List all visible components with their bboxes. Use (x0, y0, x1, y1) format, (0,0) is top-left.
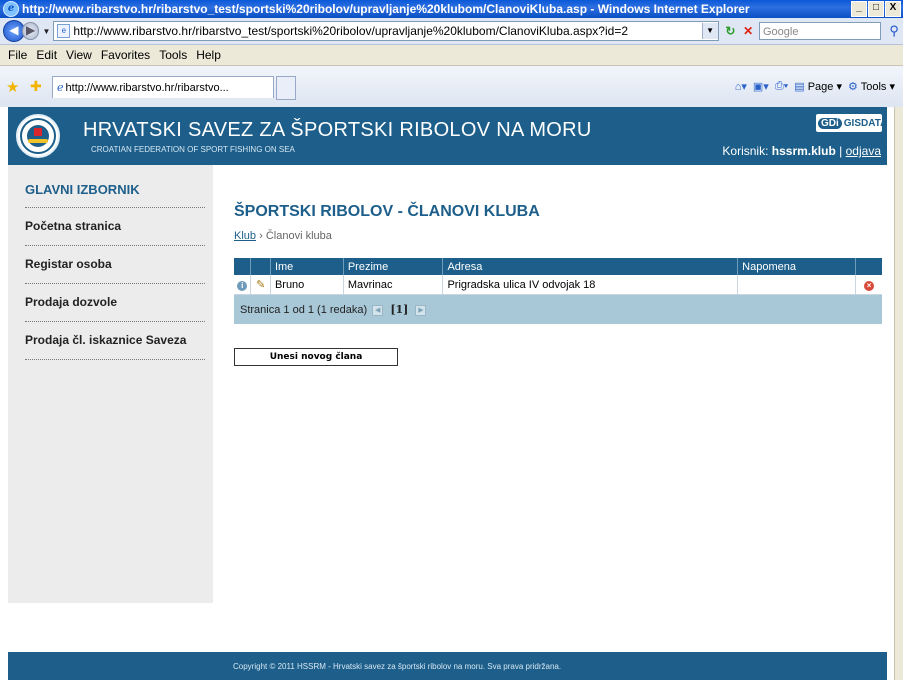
tools-menu-label: Tools (860, 81, 887, 93)
breadcrumb-current: Članovi kluba (265, 230, 332, 242)
pager-text: Stranica 1 od 1 (1 redaka) (240, 304, 368, 316)
menu-edit[interactable]: Edit (36, 48, 57, 62)
sidebar-item-prodaja-dozvole[interactable]: Prodaja dozvole (25, 283, 205, 321)
header-prezime[interactable]: Prezime (343, 258, 444, 275)
username: hssrm.klub (771, 144, 836, 158)
address-url[interactable]: http://www.ribarstvo.hr/ribarstvo_test/s… (73, 24, 701, 38)
pencil-icon[interactable]: ✎ (256, 279, 265, 291)
refresh-icon[interactable]: ↻ (722, 22, 740, 40)
header-edit-col (250, 258, 271, 275)
breadcrumb: Klub › Članovi kluba (234, 230, 332, 242)
sidebar: GLAVNI IZBORNIK Početna stranica Regista… (8, 165, 213, 603)
address-dropdown-icon[interactable]: ▼ (701, 23, 718, 39)
sidebar-title: GLAVNI IZBORNIK (25, 182, 140, 197)
table-header-row: Ime Prezime Adresa Napomena (234, 258, 882, 275)
menu-view[interactable]: View (66, 48, 92, 62)
sidebar-divider (25, 359, 205, 360)
ie-logo-icon: e (3, 1, 19, 17)
pager-current-page[interactable]: [1] (390, 303, 408, 316)
logout-link[interactable]: odjava (846, 144, 881, 158)
command-bar: ⌂▾ ▣▾ ⎙▾ ▤ Page ▾ ⚙ Tools ▾ (735, 80, 895, 93)
browser-tab[interactable]: e http://www.ribarstvo.hr/ribarstvo... (52, 76, 274, 98)
page-menu[interactable]: ▤ Page ▾ (794, 80, 842, 93)
header-info-col (234, 258, 252, 275)
cell-napomena (737, 275, 857, 295)
sidebar-item-pocetna[interactable]: Početna stranica (25, 207, 205, 245)
vertical-scrollbar[interactable] (894, 107, 903, 680)
user-separator: | (839, 144, 843, 158)
pager-next-icon[interactable]: ▶ (415, 304, 427, 316)
sidebar-item-prodaja-iskaznice[interactable]: Prodaja čl. iskaznice Saveza (25, 321, 205, 359)
search-icon[interactable]: ⚲ (885, 22, 903, 40)
feeds-icon[interactable]: ▣▾ (753, 80, 769, 93)
gear-icon: ⚙ (848, 81, 858, 93)
pager-prev-icon[interactable]: ◀ (372, 304, 384, 316)
page-icon: e (57, 24, 71, 38)
pager-row: Stranica 1 od 1 (1 redaka) ◀ [1] ▶ (234, 294, 882, 324)
user-info: Korisnik: hssrm.klub | odjava (722, 144, 881, 158)
close-button[interactable]: X (885, 1, 901, 17)
cell-adresa: Prigradska ulica IV odvojak 18 (442, 275, 739, 295)
history-dropdown-icon[interactable]: ▼ (42, 27, 50, 36)
address-toolbar: ◀ ▶ ▼ e http://www.ribarstvo.hr/ribarstv… (0, 18, 903, 45)
address-field[interactable]: e http://www.ribarstvo.hr/ribarstvo_test… (53, 21, 719, 41)
menu-help[interactable]: Help (196, 48, 221, 62)
info-icon[interactable]: i (237, 280, 248, 291)
site-title: HRVATSKI SAVEZ ZA ŠPORTSKI RIBOLOV NA MO… (83, 119, 592, 141)
breadcrumb-klub-link[interactable]: Klub (234, 230, 256, 242)
page-title: ŠPORTSKI RIBOLOV - ČLANOVI KLUBA (234, 203, 540, 220)
menu-bar: File Edit View Favorites Tools Help (0, 45, 903, 66)
gdi-gisdata-logo: GDi GISDATA (816, 114, 887, 132)
window-title: http://www.ribarstvo.hr/ribarstvo_test/s… (22, 2, 750, 16)
site-footer: Copyright © 2011 HSSRM - Hrvatski savez … (8, 652, 887, 680)
home-icon[interactable]: ⌂▾ (735, 80, 747, 93)
sidebar-item-registar[interactable]: Registar osoba (25, 245, 205, 283)
header-napomena[interactable]: Napomena (737, 258, 857, 275)
cell-prezime: Mavrinac (343, 275, 444, 295)
tab-page-icon: e (57, 81, 64, 94)
delete-icon[interactable]: × (864, 280, 875, 291)
print-icon[interactable]: ⎙▾ (775, 80, 788, 93)
header-delete-col (855, 258, 882, 275)
search-input[interactable]: Google (759, 22, 882, 40)
cell-ime: Bruno (270, 275, 344, 295)
menu-favorites[interactable]: Favorites (101, 48, 150, 62)
header-adresa[interactable]: Adresa (442, 258, 739, 275)
menu-tools[interactable]: Tools (159, 48, 187, 62)
page-menu-icon: ▤ (794, 81, 805, 93)
stop-icon[interactable]: ✕ (739, 22, 757, 40)
new-tab-button[interactable] (276, 76, 296, 100)
maximize-button[interactable]: □ (868, 1, 884, 17)
copyright-text: Copyright © 2011 HSSRM - Hrvatski savez … (233, 662, 562, 671)
site-subtitle: CROATIAN FEDERATION OF SPORT FISHING ON … (91, 145, 295, 154)
tab-bar: ★ ✚ e http://www.ribarstvo.hr/ribarstvo..… (0, 66, 903, 108)
site-header: HRVATSKI SAVEZ ZA ŠPORTSKI RIBOLOV NA MO… (8, 107, 887, 165)
header-ime[interactable]: Ime (270, 258, 344, 275)
user-label: Korisnik: (722, 144, 769, 158)
forward-button[interactable]: ▶ (21, 22, 40, 40)
web-page: HRVATSKI SAVEZ ZA ŠPORTSKI RIBOLOV NA MO… (0, 107, 895, 680)
minimize-button[interactable]: _ (851, 1, 867, 17)
page-menu-label: Page (807, 81, 834, 93)
window-title-bar: e http://www.ribarstvo.hr/ribarstvo_test… (0, 0, 903, 18)
favorites-star-icon[interactable]: ★ (6, 78, 19, 96)
tools-menu[interactable]: ⚙ Tools ▾ (848, 80, 895, 93)
table-row: i ✎ Bruno Mavrinac Prigradska ulica IV o… (234, 275, 882, 295)
federation-logo (16, 114, 60, 158)
add-favorite-icon[interactable]: ✚ (30, 78, 42, 95)
breadcrumb-separator: › (259, 230, 263, 242)
members-table: Ime Prezime Adresa Napomena i ✎ Bruno Ma… (234, 258, 882, 324)
menu-file[interactable]: File (8, 48, 27, 62)
add-member-button[interactable]: Unesi novog člana (234, 348, 398, 366)
tab-label: http://www.ribarstvo.hr/ribarstvo... (65, 82, 229, 94)
